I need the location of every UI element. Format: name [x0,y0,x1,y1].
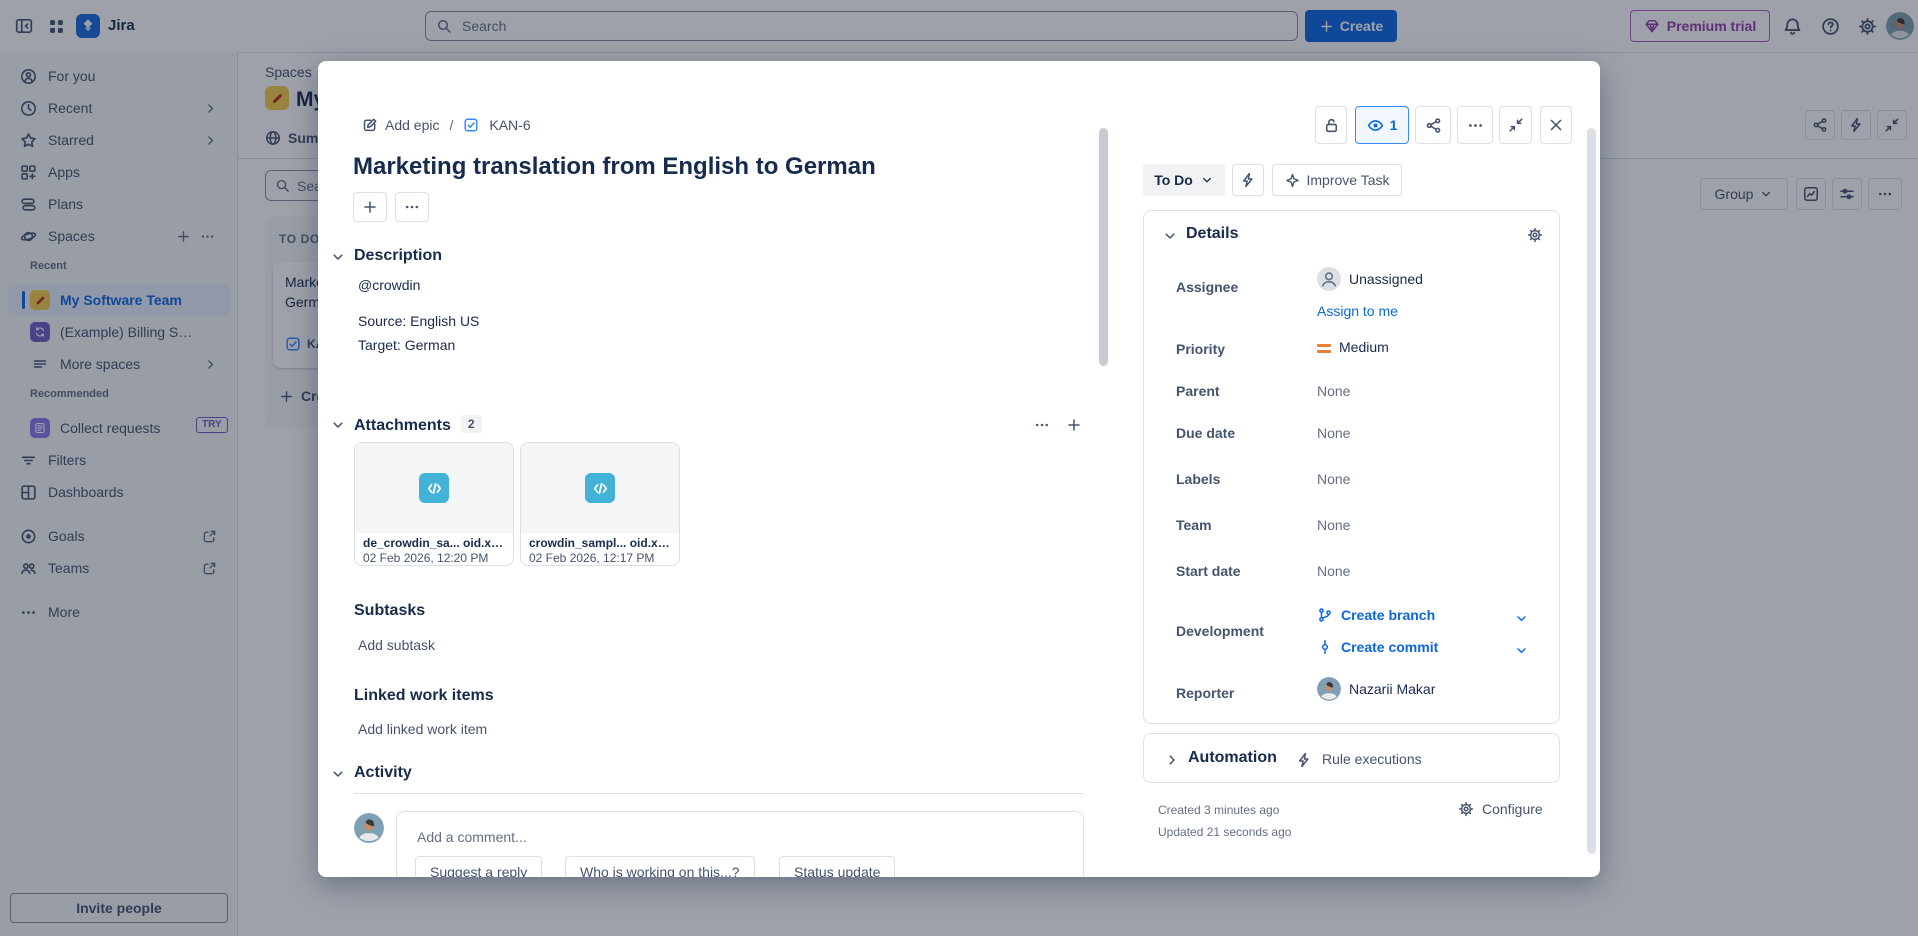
sparkle-icon [1285,173,1300,188]
collapse-activity-icon[interactable] [330,765,346,782]
collapse-description-icon[interactable] [330,248,346,265]
details-settings-icon[interactable] [1527,226,1543,243]
attachment-card[interactable]: crowdin_sampl... oid.xml02 Feb 2026, 12:… [520,442,680,566]
add-linked-item-button[interactable]: Add linked work item [358,721,487,737]
add-subtask-button[interactable]: Add subtask [358,637,435,653]
collapse-modal-button[interactable] [1499,106,1532,144]
divider [354,793,1084,794]
start-date-label: Start date [1176,563,1241,579]
issue-modal: Add epic / KAN-6 1 Marketing translation… [318,61,1600,877]
status-dropdown[interactable]: To Do [1143,164,1225,196]
activity-heading: Activity [354,764,412,782]
more-actions-button[interactable] [1457,106,1493,144]
add-attachment-icon[interactable] [1066,416,1082,433]
task-type-icon [463,117,479,133]
automation-quick-button[interactable] [1232,164,1264,196]
add-epic-button[interactable]: Add epic [362,117,439,133]
add-content-button[interactable] [353,192,387,222]
automation-heading: Automation [1188,749,1277,767]
due-date-label: Due date [1176,425,1235,441]
unassigned-avatar [1317,267,1341,291]
reporter-avatar [1317,677,1341,701]
collapse-attachments-icon[interactable] [330,416,346,433]
reporter-value[interactable]: Nazarii Makar [1317,677,1435,701]
eye-icon [1367,117,1384,134]
issue-breadcrumb: Add epic / KAN-6 [362,109,531,141]
right-scrollbar[interactable] [1587,128,1596,854]
gear-icon [1458,801,1474,817]
attachment-preview [521,443,679,533]
assign-to-me-link[interactable]: Assign to me [1317,303,1398,319]
attachment-date: 02 Feb 2026, 12:20 PM [363,551,505,565]
bolt-icon [1296,751,1312,768]
attachment-preview [355,443,513,533]
code-file-icon [419,473,449,503]
watchers-button[interactable]: 1 [1355,106,1409,144]
updated-timestamp: Updated 21 seconds ago [1158,825,1291,839]
comment-box[interactable]: Add a comment... Suggest a reply Who is … [396,811,1084,877]
labels-label: Labels [1176,471,1220,487]
commit-options-icon[interactable] [1514,641,1529,658]
restrict-access-button[interactable] [1315,106,1347,144]
assignee-label: Assignee [1176,279,1238,295]
development-label: Development [1176,623,1264,639]
description-heading: Description [354,247,442,265]
attachment-name: de_crowdin_sa... oid.xml [363,536,505,550]
branch-options-icon[interactable] [1514,609,1529,626]
team-value[interactable]: None [1317,517,1350,533]
issue-key[interactable]: KAN-6 [489,117,530,133]
attachment-date: 02 Feb 2026, 12:17 PM [529,551,671,565]
chevron-down-icon [1200,173,1214,187]
priority-label: Priority [1176,341,1225,357]
code-file-icon [585,473,615,503]
suggest-reply-button[interactable]: Suggest a reply [415,856,542,877]
details-heading: Details [1186,225,1238,243]
subtasks-heading: Subtasks [354,602,425,620]
start-date-value[interactable]: None [1317,563,1350,579]
comment-author-avatar [354,813,384,843]
priority-medium-icon [1317,341,1331,353]
breadcrumb-separator: / [449,117,453,133]
attachment-name: crowdin_sampl... oid.xml [529,536,671,550]
parent-value[interactable]: None [1317,383,1350,399]
comment-placeholder: Add a comment... [417,829,527,845]
attachments-count-badge: 2 [461,415,482,433]
expand-automation-icon[interactable] [1164,751,1180,768]
due-date-value[interactable]: None [1317,425,1350,441]
attachments-heading: Attachments2 [354,415,482,435]
details-panel: Details Assignee Unassigned Assign to me… [1143,210,1560,724]
commit-icon [1317,639,1333,655]
priority-value[interactable]: Medium [1317,339,1389,355]
parent-label: Parent [1176,383,1220,399]
improve-task-button[interactable]: Improve Task [1272,164,1402,196]
labels-value[interactable]: None [1317,471,1350,487]
description-source: Source: English US [358,313,479,329]
create-commit-link[interactable]: Create commit [1317,639,1438,655]
configure-button[interactable]: Configure [1458,801,1543,817]
linked-items-heading: Linked work items [354,687,494,705]
reporter-label: Reporter [1176,685,1234,701]
share-button[interactable] [1415,106,1451,144]
rule-executions-link[interactable]: Rule executions [1322,751,1422,767]
description-target: Target: German [358,337,455,353]
created-timestamp: Created 3 minutes ago [1158,803,1279,817]
description-mention[interactable]: @crowdin [358,277,420,293]
edit-icon [362,117,378,133]
issue-title[interactable]: Marketing translation from English to Ge… [353,153,876,181]
close-modal-button[interactable] [1540,106,1572,144]
jira-application: Jira Create Premium trial For you Recent… [0,0,1918,936]
create-branch-link[interactable]: Create branch [1317,607,1435,623]
left-scrollbar[interactable] [1099,128,1108,366]
team-label: Team [1176,517,1212,533]
status-update-button[interactable]: Status update [779,856,895,877]
attachments-more-icon[interactable] [1034,416,1050,433]
automation-panel[interactable]: Automation Rule executions [1143,733,1560,783]
title-more-button[interactable] [395,192,429,222]
who-is-working-button[interactable]: Who is working on this...? [565,856,755,877]
branch-icon [1317,607,1333,623]
collapse-details-icon[interactable] [1162,227,1178,244]
attachment-card[interactable]: de_crowdin_sa... oid.xml02 Feb 2026, 12:… [354,442,514,566]
assignee-value[interactable]: Unassigned [1317,267,1423,291]
